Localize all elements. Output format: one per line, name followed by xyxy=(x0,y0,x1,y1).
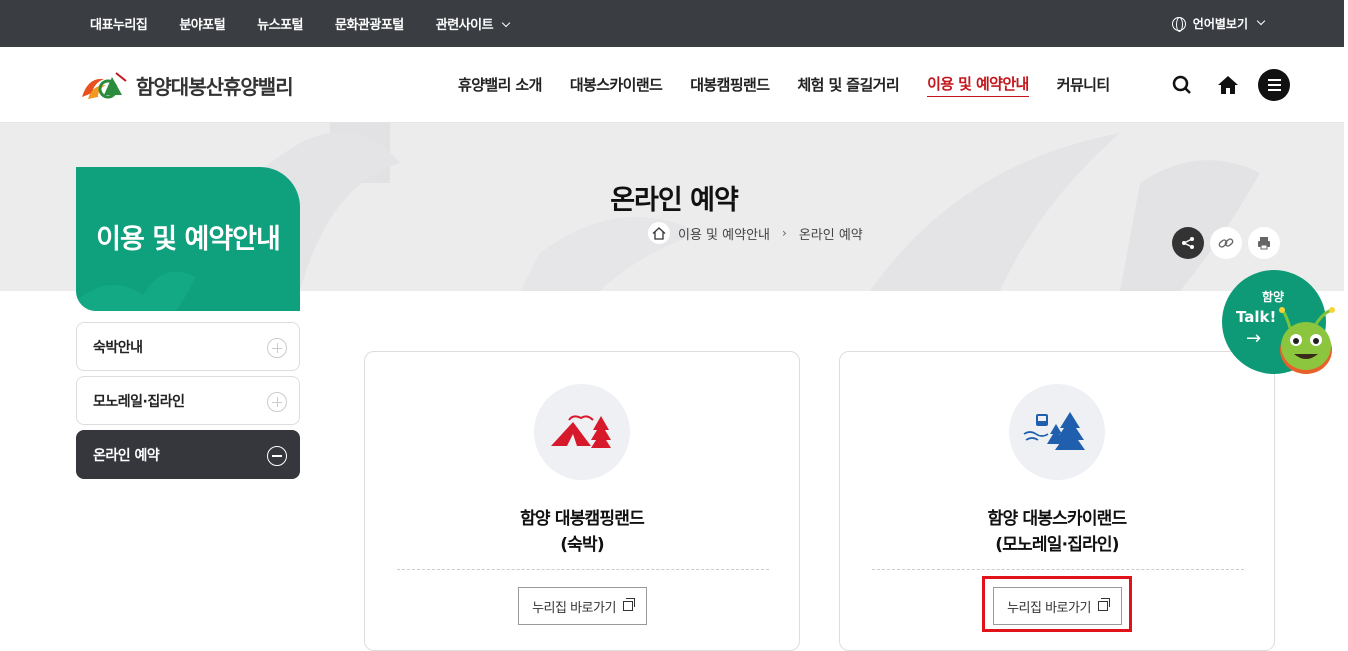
card-icon-circle xyxy=(534,384,630,480)
language-selector[interactable]: 언어별보기 xyxy=(1171,0,1266,47)
talk-label: Talk! xyxy=(1236,308,1277,326)
top-link-main[interactable]: 대표누리집 xyxy=(90,14,148,33)
camping-website-button[interactable]: 누리집 바로가기 xyxy=(518,587,647,625)
camping-tent-icon xyxy=(551,415,611,448)
nav-valley-intro[interactable]: 휴양밸리 소개 xyxy=(458,74,542,97)
nav-usage-reservation[interactable]: 이용 및 예약안내 xyxy=(927,73,1029,97)
breadcrumb-item-current: 온라인 예약 xyxy=(798,227,863,243)
mascot-character-icon[interactable] xyxy=(1276,306,1340,378)
card-subtitle: (숙박) xyxy=(560,535,604,555)
card-title: 함양 대봉캠핑랜드 xyxy=(520,509,645,529)
share-icon xyxy=(1182,237,1194,249)
chevron-down-icon xyxy=(501,18,511,28)
card-divider xyxy=(397,569,769,570)
page-tools xyxy=(1172,227,1280,259)
card-divider xyxy=(872,569,1244,570)
menu-icon xyxy=(1267,89,1281,91)
card-icon-circle xyxy=(1009,384,1105,480)
sidebar-title: 이용 및 예약안내 xyxy=(96,224,281,255)
monorail-forest-icon xyxy=(1023,412,1085,450)
card-title: 함양 대봉스카이랜드 xyxy=(987,509,1127,529)
globe-icon xyxy=(1171,16,1186,32)
window-edge xyxy=(1344,0,1348,638)
nav-experience[interactable]: 체험 및 즐길거리 xyxy=(797,74,899,97)
menu-icon xyxy=(1267,79,1281,81)
related-sites-label: 관련사이트 xyxy=(435,18,494,33)
sidebar-item-label: 온라인 예약 xyxy=(93,447,160,464)
share-button[interactable] xyxy=(1172,227,1204,259)
sidebar-item-label: 숙박안내 xyxy=(93,339,143,356)
breadcrumb: 이용 및 예약안내 › 온라인 예약 xyxy=(648,222,863,244)
plus-icon xyxy=(267,392,287,412)
chevron-down-icon xyxy=(1256,16,1266,25)
minus-icon xyxy=(267,446,287,466)
home-outline-icon xyxy=(652,226,666,240)
top-link-culture-portal[interactable]: 문화관광포털 xyxy=(335,14,404,33)
arrow-right-icon: → xyxy=(1246,328,1262,349)
site-logo[interactable]: 함양대봉산휴양밸리 xyxy=(78,67,294,103)
talk-small-label: 함양 xyxy=(1262,290,1285,304)
main-nav: 휴양밸리 소개 대봉스카이랜드 대봉캠핑랜드 체험 및 즐길거리 이용 및 예약… xyxy=(458,47,1110,123)
sidebar-item-monorail-zipline[interactable]: 모노레일·집라인 xyxy=(76,376,300,425)
top-links: 대표누리집 분야포털 뉴스포털 문화관광포털 관련사이트 xyxy=(90,0,511,47)
top-utility-bar: 대표누리집 분야포털 뉴스포털 문화관광포털 관련사이트 언어별보기 xyxy=(0,0,1348,47)
site-header: 함양대봉산휴양밸리 휴양밸리 소개 대봉스카이랜드 대봉캠핑랜드 체험 및 즐길… xyxy=(0,47,1348,123)
nav-sky-land[interactable]: 대봉스카이랜드 xyxy=(570,74,663,97)
search-icon xyxy=(1172,75,1191,94)
header-icons xyxy=(1166,69,1290,101)
top-link-news-portal[interactable]: 뉴스포털 xyxy=(257,14,303,33)
language-label: 언어별보기 xyxy=(1192,17,1248,31)
top-link-related-sites[interactable]: 관련사이트 xyxy=(435,14,511,33)
breadcrumb-home[interactable] xyxy=(648,222,670,244)
breadcrumb-separator-icon: › xyxy=(782,226,787,240)
nav-camping-land[interactable]: 대봉캠핑랜드 xyxy=(690,74,770,97)
home-button[interactable] xyxy=(1212,69,1244,101)
new-window-icon xyxy=(622,598,635,611)
sidebar-item-online-reservation[interactable]: 온라인 예약 xyxy=(76,430,300,479)
sidebar-header: 이용 및 예약안내 xyxy=(76,167,300,311)
nav-community[interactable]: 커뮤니티 xyxy=(1057,74,1110,97)
logo-text: 함양대봉산휴양밸리 xyxy=(136,74,294,99)
menu-button[interactable] xyxy=(1258,69,1290,101)
search-button[interactable] xyxy=(1166,69,1198,101)
link-icon xyxy=(1218,238,1234,248)
highlight-box xyxy=(982,576,1132,632)
copy-link-button[interactable] xyxy=(1210,227,1242,259)
sidebar-item-lodging[interactable]: 숙박안내 xyxy=(76,322,300,371)
logo-icon xyxy=(82,72,127,99)
home-icon xyxy=(1218,76,1238,94)
breadcrumb-item-usage[interactable]: 이용 및 예약안내 xyxy=(678,224,770,243)
print-button[interactable] xyxy=(1248,227,1280,259)
plus-icon xyxy=(267,338,287,358)
top-link-field-portal[interactable]: 분야포털 xyxy=(179,14,225,33)
print-icon xyxy=(1258,237,1270,250)
sidebar-item-label: 모노레일·집라인 xyxy=(93,393,185,410)
reservation-card-camping: 함양 대봉캠핑랜드 (숙박) 누리집 바로가기 xyxy=(364,351,800,651)
button-label: 누리집 바로가기 xyxy=(532,600,616,616)
menu-icon xyxy=(1267,84,1281,86)
card-subtitle: (모노레일·집라인) xyxy=(995,535,1119,555)
